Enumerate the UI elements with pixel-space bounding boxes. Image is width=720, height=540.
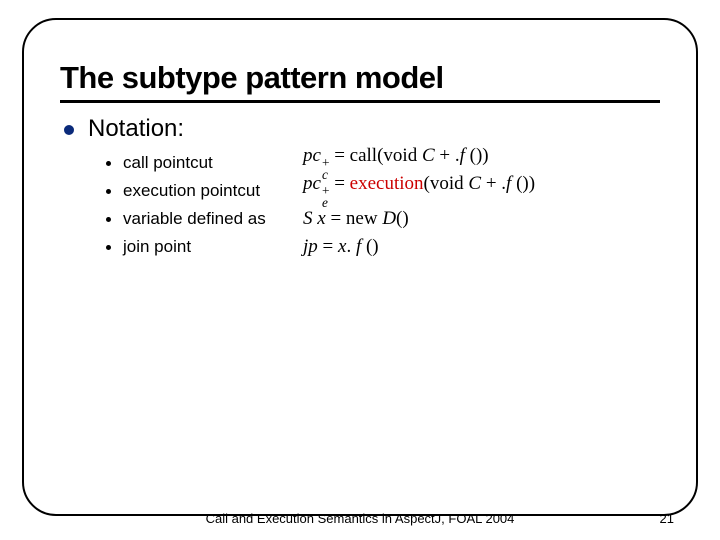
item-label: call pointcut — [123, 153, 303, 173]
supsub: +e — [322, 185, 330, 209]
item-formula: jp = x. f () — [303, 236, 379, 258]
rhs2: + . — [435, 145, 460, 166]
item-formula: S x = new D() — [303, 208, 409, 230]
jp-lhs: jp — [303, 236, 318, 257]
rhs2: + . — [481, 173, 506, 194]
dot-icon — [106, 161, 111, 166]
rhs3: ()) — [511, 173, 535, 194]
rhs: (void — [377, 145, 422, 166]
jp-tail: () — [361, 236, 378, 257]
list-item: join point jp = x. f () — [106, 233, 660, 261]
slide-frame: The subtype pattern model Notation: call… — [22, 18, 698, 516]
var-tail: () — [396, 208, 409, 229]
slide-footer: Call and Execution Semantics in AspectJ,… — [0, 511, 720, 526]
bullet-icon — [64, 125, 74, 135]
var-mid: = new — [326, 208, 383, 229]
sym-base: pc — [303, 173, 321, 194]
rhs-i: C — [422, 145, 435, 166]
list-item: variable defined as S x = new D() — [106, 205, 660, 233]
dot-icon — [106, 217, 111, 222]
op-name: call — [350, 145, 377, 166]
item-label: join point — [123, 237, 303, 257]
jp-dot: . — [346, 236, 356, 257]
section-notation: Notation: — [64, 115, 660, 143]
slide-title: The subtype pattern model — [60, 60, 660, 103]
rhs: (void — [424, 173, 469, 194]
item-label: execution pointcut — [123, 181, 303, 201]
section-label: Notation: — [88, 115, 184, 143]
dot-icon — [106, 189, 111, 194]
jp-mid: = — [318, 236, 338, 257]
page-number: 21 — [660, 511, 674, 526]
dot-icon — [106, 245, 111, 250]
item-formula: pc+e = execution(void C + .f ()) — [303, 173, 535, 209]
op-name: execution — [350, 173, 424, 194]
var-rhs: D — [382, 208, 396, 229]
rhs3: ()) — [465, 145, 489, 166]
var-lhs: S x — [303, 208, 326, 229]
rhs-i: C — [468, 173, 481, 194]
item-label: variable defined as — [123, 209, 303, 229]
list-item: execution pointcut pc+e = execution(void… — [106, 177, 660, 205]
sym-base: pc — [303, 145, 321, 166]
notation-list: call pointcut pc+c = call(void C + .f ()… — [106, 149, 660, 261]
